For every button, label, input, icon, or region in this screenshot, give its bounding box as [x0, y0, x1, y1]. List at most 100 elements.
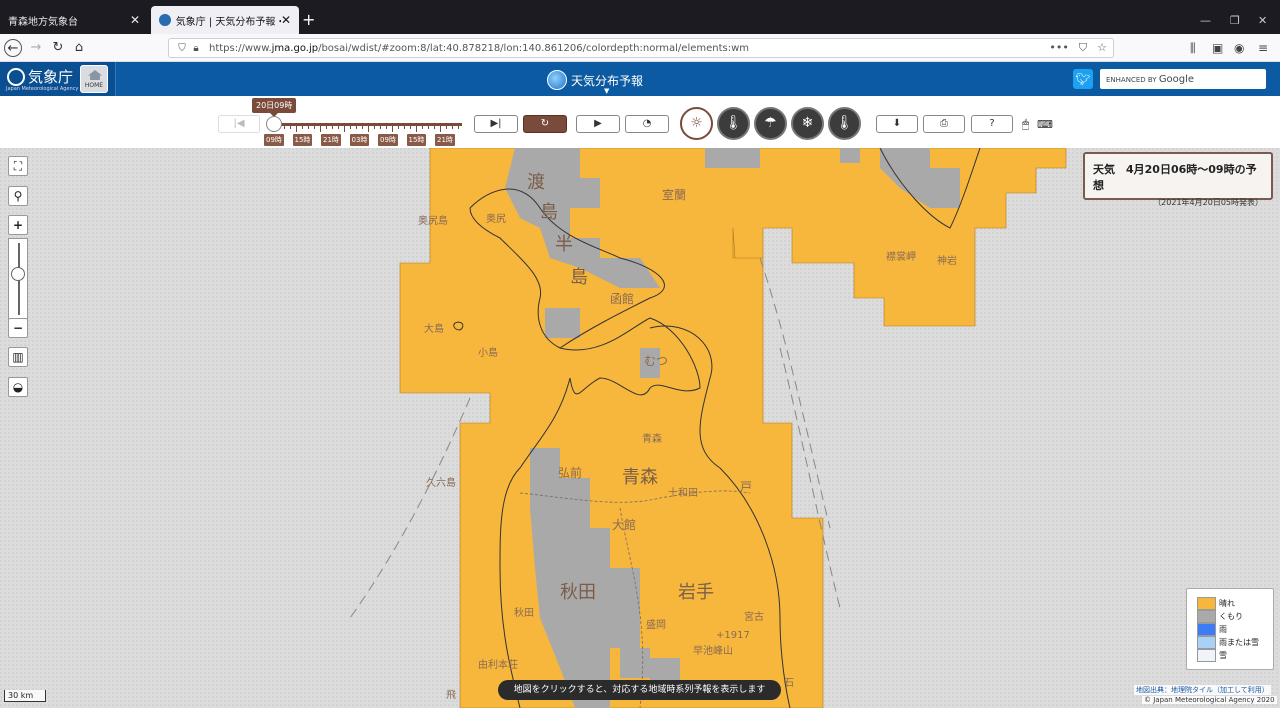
map-label: 飛: [446, 690, 456, 701]
browser-tab-active[interactable]: 気象庁 | 天気分布予報・地域時 ✕: [151, 6, 299, 34]
bookmark-star-icon[interactable]: ☆: [1097, 41, 1107, 55]
time-tick: [440, 125, 441, 132]
new-tab-icon[interactable]: +: [302, 12, 315, 28]
current-time-badge: 20日09時: [252, 98, 297, 117]
skip-next-button[interactable]: ▶|: [474, 115, 518, 133]
download-button[interactable]: ⬇: [876, 115, 918, 133]
time-tick: [290, 125, 291, 129]
map-label: 半: [555, 234, 573, 255]
agency-sub: Japan Meteorological Agency: [6, 86, 79, 92]
print-button[interactable]: ⎙: [923, 115, 965, 133]
weather-element-icon[interactable]: ☼: [680, 107, 713, 140]
temperature-element-icon[interactable]: 🌡︎: [717, 107, 750, 140]
map-label: 由利本荘: [478, 660, 518, 671]
map-hint: 地図をクリックすると、対応する地域時系列予報を表示します: [498, 680, 781, 700]
lock-icon[interactable]: 🔒︎: [189, 43, 203, 54]
weather-map-icon: [547, 70, 567, 90]
page-title-menu[interactable]: 天気分布予報 ▼: [547, 70, 644, 95]
pocket-icon[interactable]: ⛉: [1079, 41, 1087, 55]
time-tick-label[interactable]: 09時: [264, 134, 284, 146]
minimize-icon[interactable]: —: [1200, 14, 1211, 27]
map-canvas[interactable]: [0, 148, 1280, 708]
browser-navbar: ← → ↻ ⌂ ⛉ 🔒︎ https://www.jma.go.jp/bosai…: [0, 34, 1280, 62]
address-bar[interactable]: ⛉ 🔒︎ https://www.jma.go.jp/bosai/wdist/#…: [168, 38, 1114, 58]
tile-credit-link[interactable]: 地図出典：地理院タイル（加工して利用）: [1134, 685, 1271, 695]
url-text: https://www.jma.go.jp/bosai/wdist/#zoom:…: [209, 42, 750, 54]
mouse-icon[interactable]: 🖱︎: [1022, 117, 1029, 132]
time-slider-knob[interactable]: [266, 116, 282, 132]
menu-icon[interactable]: ≡: [1258, 41, 1268, 55]
more-icon[interactable]: •••: [1049, 41, 1068, 55]
map-label: 弘前: [558, 466, 583, 480]
map-label: 奥尻: [486, 214, 506, 225]
time-tick-label[interactable]: 21時: [321, 134, 341, 146]
map-label: 宮古: [744, 612, 764, 623]
map-label: 室蘭: [662, 188, 687, 202]
time-tick: [434, 125, 435, 129]
time-tick: [380, 125, 381, 129]
zoom-slider[interactable]: [8, 238, 28, 320]
rain-element-icon[interactable]: ☂: [754, 107, 787, 140]
reload-icon[interactable]: ↻: [49, 39, 67, 57]
snow-element-icon[interactable]: ❄: [791, 107, 824, 140]
time-tick-label[interactable]: 15時: [406, 134, 427, 146]
forecast-title: 天気 4月20日06時～09時の予想: [1093, 163, 1257, 192]
forward-icon[interactable]: →: [27, 39, 45, 57]
forecast-issued: （2021年4月20日05時発表）: [1153, 198, 1263, 207]
map-label: 秋田: [514, 608, 534, 619]
map-label: 襟裳岬: [886, 252, 916, 263]
location-pin-icon[interactable]: ⚲: [8, 186, 28, 206]
browser-tab[interactable]: 青森地方気象台 ✕: [0, 6, 148, 34]
time-tick-label[interactable]: 15時: [292, 134, 313, 146]
time-tick: [386, 125, 387, 129]
time-tick-label[interactable]: 03時: [349, 134, 370, 146]
home-button[interactable]: HOME: [80, 65, 108, 93]
zoom-out-button[interactable]: −: [8, 318, 28, 338]
time-tick: [314, 125, 315, 129]
time-tick-label[interactable]: 09時: [378, 134, 398, 146]
account-icon[interactable]: ◉: [1234, 41, 1244, 55]
shield-icon[interactable]: ⛉: [175, 43, 189, 54]
time-tick: [350, 125, 351, 129]
map-label: 盛岡: [646, 620, 666, 631]
close-icon[interactable]: ✕: [130, 13, 140, 27]
time-tick: [308, 125, 309, 129]
restore-icon[interactable]: ❐: [1230, 14, 1240, 27]
refresh-button[interactable]: ↻: [523, 115, 567, 133]
close-window-icon[interactable]: ✕: [1258, 14, 1267, 27]
time-tick: [410, 125, 411, 129]
skip-back-button[interactable]: |◀: [218, 115, 260, 133]
time-tick: [458, 125, 459, 129]
min-temperature-element-icon[interactable]: 🌡︎: [828, 107, 861, 140]
close-icon[interactable]: ✕: [281, 13, 291, 27]
page-title: 天気分布予報: [571, 73, 644, 88]
weather-map[interactable]: 渡 島 半 島 函館 室蘭 奥尻島 奥尻 大島 小島 むつ 青森 青森 弘前 十…: [0, 148, 1280, 708]
map-label: 戸: [740, 480, 753, 494]
speed-button[interactable]: ◔: [625, 115, 669, 133]
home-icon[interactable]: ⌂: [70, 39, 88, 57]
map-label: 秋田: [560, 582, 596, 603]
map-layer-icon[interactable]: ▥: [8, 347, 28, 367]
time-tick: [320, 125, 321, 132]
google-search-input[interactable]: ENHANCED BY Google: [1100, 69, 1266, 89]
scale-bar: 30 km: [4, 690, 46, 702]
map-label: むつ: [644, 354, 669, 368]
time-tick: [368, 125, 369, 132]
time-tick: [422, 125, 423, 129]
twitter-icon[interactable]: 🐦︎: [1073, 69, 1093, 89]
help-button[interactable]: ?: [971, 115, 1013, 133]
zoom-slider-knob[interactable]: [11, 267, 25, 281]
map-label: 大館: [612, 518, 637, 532]
zoom-in-button[interactable]: +: [8, 215, 28, 235]
play-button[interactable]: ▶: [576, 115, 620, 133]
keyboard-icon[interactable]: ⌨: [1037, 118, 1053, 131]
back-icon[interactable]: ←: [4, 39, 22, 57]
fullscreen-icon[interactable]: ⛶: [8, 156, 28, 176]
jma-logo[interactable]: 気象庁 Japan Meteorological Agency HOME: [0, 62, 116, 96]
sidebar-icon[interactable]: ▣: [1212, 41, 1223, 55]
map-label: 渡: [527, 172, 545, 193]
color-depth-icon[interactable]: ◒: [8, 377, 28, 397]
time-tick: [326, 125, 327, 129]
library-icon[interactable]: ⫼: [1190, 41, 1196, 56]
time-tick-label[interactable]: 21時: [435, 134, 455, 146]
